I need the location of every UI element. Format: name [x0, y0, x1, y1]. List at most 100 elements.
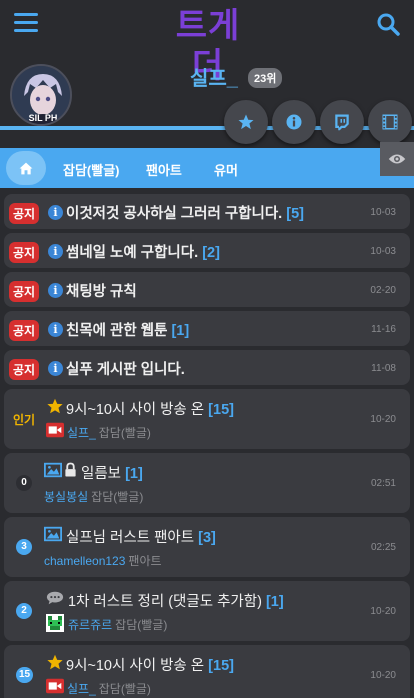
video-icon	[46, 678, 64, 694]
channel-name[interactable]: 실프_	[190, 62, 238, 91]
post-title[interactable]: 9시~10시 사이 방송 온 [15]	[66, 398, 234, 419]
reply-count-badge: 15	[16, 667, 34, 683]
post-title[interactable]: 실프님 러스트 팬아트 [3]	[66, 526, 216, 547]
star-icon	[47, 654, 63, 670]
comment-count: [1]	[125, 466, 143, 482]
post-date: 10-03	[370, 246, 396, 257]
comment-count: [1]	[265, 594, 284, 610]
post-date: 02-20	[370, 285, 396, 296]
post-meta: 실프_ 잡담(빨글)	[67, 680, 151, 697]
post-meta: 봉실봉실 잡담(빨글)	[44, 488, 143, 505]
comment-count: [3]	[198, 530, 216, 546]
author-name[interactable]: 봉실봉실	[44, 490, 88, 504]
top-bar: 트게더	[0, 0, 414, 86]
author-name[interactable]: 실프_	[67, 426, 96, 440]
notice-badge: 공지	[9, 203, 40, 224]
post-category: 잡담(빨글)	[98, 682, 151, 696]
author-name[interactable]: 쥬르쥬르	[68, 618, 112, 632]
author-name[interactable]: chamelleon123	[44, 554, 125, 568]
post-date: 10-20	[370, 606, 396, 617]
post-row[interactable]: 인기 9시~10시 사이 방송 온 [15] 실프_ 잡담(빨글) 10-20	[4, 389, 410, 449]
star-icon	[238, 114, 254, 130]
notice-row[interactable]: 공지 i 실푸 게시판 입니다. 11-08	[4, 350, 410, 385]
category-tabs: 잡담(빨글) 팬아트 유머	[0, 148, 414, 188]
info-icon: i	[48, 322, 63, 337]
info-icon: i	[48, 283, 63, 298]
post-title[interactable]: 일름보 [1]	[81, 462, 143, 483]
post-title[interactable]: 이것저것 공사하실 그러러 구합니다. [5]	[66, 202, 304, 223]
notice-row[interactable]: 공지 i 이것저것 공사하실 그러러 구합니다. [5] 10-03	[4, 194, 410, 229]
notice-badge: 공지	[9, 281, 40, 302]
pixel-avatar-icon	[46, 614, 64, 632]
favorite-button[interactable]	[224, 100, 268, 144]
tab-home[interactable]	[6, 151, 46, 185]
post-date: 10-03	[370, 207, 396, 218]
tab-humor[interactable]: 유머	[214, 160, 238, 179]
post-title[interactable]: 9시~10시 사이 방송 온 [15]	[66, 654, 234, 675]
post-date: 11-16	[371, 324, 396, 335]
comment-count: [15]	[208, 402, 234, 418]
post-date: 02:25	[370, 542, 396, 553]
eye-icon	[388, 154, 406, 164]
post-category: 팬아트	[128, 554, 162, 568]
post-row[interactable]: 15 9시~10시 사이 방송 온 [15] 실프_ 잡담(빨글) 10-20	[4, 645, 410, 698]
tab-chat[interactable]: 잡담(빨글)	[63, 160, 120, 179]
author-name[interactable]: 실프_	[67, 682, 96, 696]
post-date: 10-20	[370, 670, 396, 681]
post-row[interactable]: 3 실프님 러스트 팬아트 [3] chamelleon123 팬아트 02:25	[4, 517, 410, 577]
post-date: 02:51	[370, 478, 396, 489]
info-icon	[286, 114, 302, 130]
popular-label: 인기	[13, 413, 36, 427]
post-date: 10-20	[370, 414, 396, 425]
notice-badge: 공지	[9, 320, 40, 341]
tab-fanart[interactable]: 팬아트	[146, 160, 182, 179]
home-icon	[19, 162, 33, 174]
post-category: 잡담(빨글)	[91, 490, 144, 504]
post-title[interactable]: 채팅방 규칙	[66, 280, 137, 301]
site-logo[interactable]: 트게더	[160, 6, 256, 86]
post-title[interactable]: 친목에 관한 웹툰 [1]	[66, 319, 189, 340]
post-title[interactable]: 1차 러스트 정리 (댓글도 추가함) [1]	[68, 590, 284, 611]
lock-icon	[65, 462, 76, 477]
comment-count: [15]	[208, 658, 234, 674]
post-row[interactable]: 2 1차 러스트 정리 (댓글도 추가함) [1] 쥬르쥬르 잡담(빨글) 10-…	[4, 581, 410, 641]
info-button[interactable]	[272, 100, 316, 144]
info-icon: i	[48, 244, 63, 259]
reply-count-badge: 3	[16, 539, 32, 555]
reply-count-badge: 2	[16, 603, 32, 619]
video-button[interactable]	[368, 100, 412, 144]
star-icon	[47, 398, 63, 414]
twitch-button[interactable]	[320, 100, 364, 144]
notice-badge: 공지	[9, 242, 40, 263]
channel-avatar[interactable]: SIL PH	[10, 64, 72, 126]
comment-count: [1]	[171, 323, 190, 339]
comment-count: [5]	[286, 206, 304, 222]
post-title[interactable]: 썸네일 노예 구합니다. [2]	[66, 241, 220, 262]
info-icon: i	[48, 205, 63, 220]
notice-row[interactable]: 공지 i 채팅방 규칙 02-20	[4, 272, 410, 307]
notice-row[interactable]: 공지 i 친목에 관한 웹툰 [1] 11-16	[4, 311, 410, 346]
film-icon	[382, 114, 398, 130]
post-title[interactable]: 실푸 게시판 입니다.	[66, 358, 185, 379]
post-meta: 쥬르쥬르 잡담(빨글)	[68, 616, 167, 633]
notice-badge: 공지	[9, 359, 40, 380]
post-meta: chamelleon123 팬아트	[44, 552, 162, 569]
video-icon	[46, 422, 64, 438]
rank-badge: 23위	[248, 68, 283, 88]
info-icon: i	[48, 361, 63, 376]
twitch-icon	[335, 114, 349, 131]
post-list: 공지 i 이것저것 공사하실 그러러 구합니다. [5] 10-03 공지 i …	[4, 194, 410, 698]
reply-count-badge: 0	[16, 475, 32, 491]
menu-icon[interactable]	[14, 13, 38, 33]
image-icon	[44, 462, 62, 478]
post-category: 잡담(빨글)	[98, 426, 151, 440]
view-toggle-button[interactable]	[380, 142, 414, 176]
post-row[interactable]: 0 일름보 [1] 봉실봉실 잡담(빨글) 02:51	[4, 453, 410, 513]
comment-count: [2]	[202, 245, 220, 261]
image-icon	[44, 526, 62, 542]
avatar-image: SIL PH	[12, 66, 70, 124]
notice-row[interactable]: 공지 i 썸네일 노예 구합니다. [2] 10-03	[4, 233, 410, 268]
avatar-text: SIL PH	[29, 113, 58, 123]
search-icon[interactable]	[376, 12, 400, 36]
post-category: 잡담(빨글)	[115, 618, 168, 632]
